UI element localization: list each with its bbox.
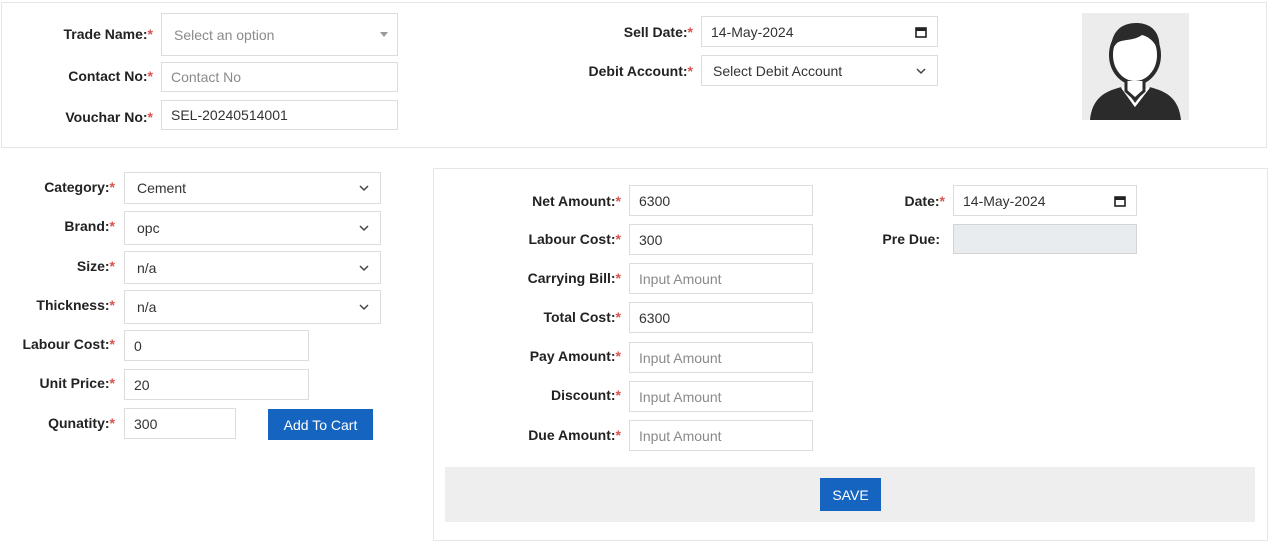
brand-label: Brand:* <box>64 218 115 234</box>
trade-name-label: Trade Name:* <box>63 26 154 42</box>
unit-price-field[interactable]: 20 <box>124 369 309 400</box>
sell-date-field[interactable]: 14-May-2024 <box>701 16 938 47</box>
unit-price-label: Unit Price:* <box>39 375 115 391</box>
category-label: Category:* <box>44 179 115 195</box>
due-amount-field[interactable]: Input Amount <box>629 420 813 451</box>
quantity-label: Qunatity:* <box>48 415 115 431</box>
size-label: Size:* <box>76 258 115 274</box>
total-cost-label: Total Cost:* <box>543 309 621 325</box>
date-label: Date:* <box>904 193 945 209</box>
carrying-bill-label: Carrying Bill:* <box>527 270 621 286</box>
debit-account-select[interactable]: Select Debit Account <box>701 55 938 86</box>
quantity-field[interactable]: 300 <box>124 408 236 439</box>
caret-down-icon <box>380 32 388 37</box>
size-select[interactable]: n/a <box>124 251 381 284</box>
contact-no-label: Contact No:* <box>68 68 153 84</box>
pay-amount-label: Pay Amount:* <box>529 348 621 364</box>
labour-cost-label: Labour Cost:* <box>22 336 115 352</box>
due-amount-label: Due Amount:* <box>528 427 621 443</box>
sell-date-label: Sell Date:* <box>623 24 693 40</box>
discount-field[interactable]: Input Amount <box>629 381 813 412</box>
carrying-bill-field[interactable]: Input Amount <box>629 263 813 294</box>
calendar-icon[interactable] <box>914 25 928 39</box>
contact-no-field[interactable]: Contact No <box>161 62 398 92</box>
calendar-icon[interactable] <box>1113 194 1127 208</box>
labour-cost-field[interactable]: 0 <box>124 330 309 361</box>
net-amount-field[interactable]: 6300 <box>629 185 813 216</box>
chevron-down-icon <box>359 185 369 192</box>
labour-cost-total-field[interactable]: 300 <box>629 224 813 255</box>
save-button[interactable]: SAVE <box>820 478 881 511</box>
discount-label: Discount:* <box>550 387 621 403</box>
date-field[interactable]: 14-May-2024 <box>953 185 1137 216</box>
debit-account-label: Debit Account:* <box>588 63 694 79</box>
chevron-down-icon <box>359 225 369 232</box>
thickness-select[interactable]: n/a <box>124 290 381 324</box>
chevron-down-icon <box>359 264 369 271</box>
avatar <box>1082 13 1189 120</box>
chevron-down-icon <box>359 304 369 311</box>
pay-amount-field[interactable]: Input Amount <box>629 342 813 373</box>
labour-cost-total-label: Labour Cost:* <box>528 231 621 247</box>
vouchar-no-field[interactable]: SEL-20240514001 <box>161 100 398 130</box>
vouchar-no-label: Vouchar No:* <box>65 109 153 125</box>
thickness-label: Thickness:* <box>36 297 115 313</box>
chevron-down-icon <box>916 67 926 74</box>
pre-due-field <box>953 224 1137 254</box>
user-avatar-icon <box>1090 23 1181 120</box>
trade-name-select[interactable]: Select an option <box>161 13 398 56</box>
net-amount-label: Net Amount:* <box>532 193 621 209</box>
pre-due-label: Pre Due: <box>882 231 940 247</box>
category-select[interactable]: Cement <box>124 172 381 204</box>
brand-select[interactable]: opc <box>124 211 381 245</box>
total-cost-field[interactable]: 6300 <box>629 302 813 333</box>
add-to-cart-button[interactable]: Add To Cart <box>268 409 373 440</box>
